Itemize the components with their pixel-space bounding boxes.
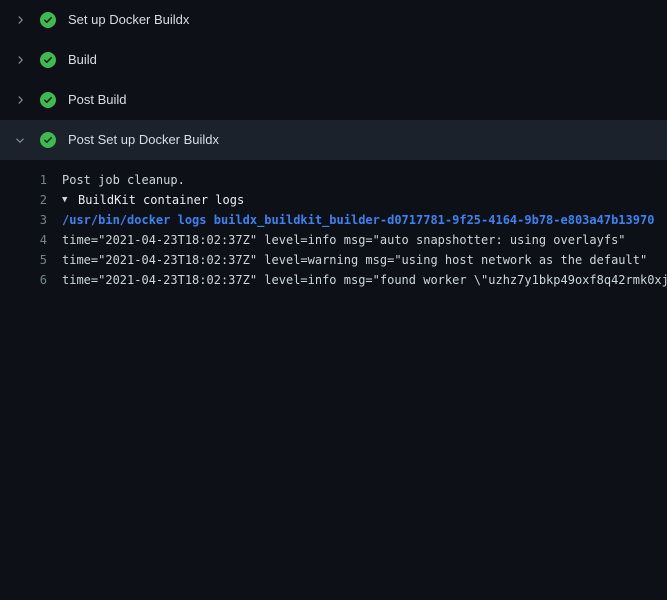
line-number[interactable]: 4 xyxy=(0,230,47,250)
chevron-right-icon xyxy=(12,92,28,108)
log-line: 4 time="2021-04-23T18:02:37Z" level=info… xyxy=(0,230,667,250)
log-text: time="2021-04-23T18:02:37Z" level=warnin… xyxy=(62,250,647,270)
log-line: 1 Post job cleanup. xyxy=(0,170,667,190)
step-header-post-build[interactable]: Post Build xyxy=(0,80,667,120)
step-header-build[interactable]: Build xyxy=(0,40,667,80)
chevron-right-icon xyxy=(12,52,28,68)
log-output: 1 Post job cleanup. 2 ▼ BuildKit contain… xyxy=(0,160,667,290)
check-circle-icon xyxy=(40,132,56,148)
log-line: 6 time="2021-04-23T18:02:37Z" level=info… xyxy=(0,270,667,290)
chevron-down-icon xyxy=(12,132,28,148)
log-text: /usr/bin/docker logs buildx_buildkit_bui… xyxy=(62,210,654,230)
log-text: BuildKit container logs xyxy=(78,190,244,210)
chevron-right-icon xyxy=(12,12,28,28)
step-title: Set up Docker Buildx xyxy=(68,0,189,40)
line-number[interactable]: 6 xyxy=(0,270,47,290)
check-circle-icon xyxy=(40,12,56,28)
group-toggle-icon[interactable]: ▼ xyxy=(62,190,78,210)
step-title: Post Set up Docker Buildx xyxy=(68,120,219,160)
check-circle-icon xyxy=(40,52,56,68)
check-circle-icon xyxy=(40,92,56,108)
log-text: Post job cleanup. xyxy=(62,170,185,190)
line-number[interactable]: 3 xyxy=(0,210,47,230)
step-title: Build xyxy=(68,40,97,80)
log-line: 3 /usr/bin/docker logs buildx_buildkit_b… xyxy=(0,210,667,230)
line-number[interactable]: 2 xyxy=(0,190,47,210)
actions-log-viewer: Set up Docker Buildx Build Post Build xyxy=(0,0,667,600)
line-number[interactable]: 1 xyxy=(0,170,47,190)
step-list: Set up Docker Buildx Build Post Build xyxy=(0,0,667,160)
step-header-post-set-up-docker-buildx[interactable]: Post Set up Docker Buildx xyxy=(0,120,667,160)
step-title: Post Build xyxy=(68,80,127,120)
log-line: 5 time="2021-04-23T18:02:37Z" level=warn… xyxy=(0,250,667,270)
log-text: time="2021-04-23T18:02:37Z" level=info m… xyxy=(62,230,626,250)
step-header-set-up-docker-buildx[interactable]: Set up Docker Buildx xyxy=(0,0,667,40)
log-line: 2 ▼ BuildKit container logs xyxy=(0,190,667,210)
log-text: time="2021-04-23T18:02:37Z" level=info m… xyxy=(62,270,667,290)
line-number[interactable]: 5 xyxy=(0,250,47,270)
